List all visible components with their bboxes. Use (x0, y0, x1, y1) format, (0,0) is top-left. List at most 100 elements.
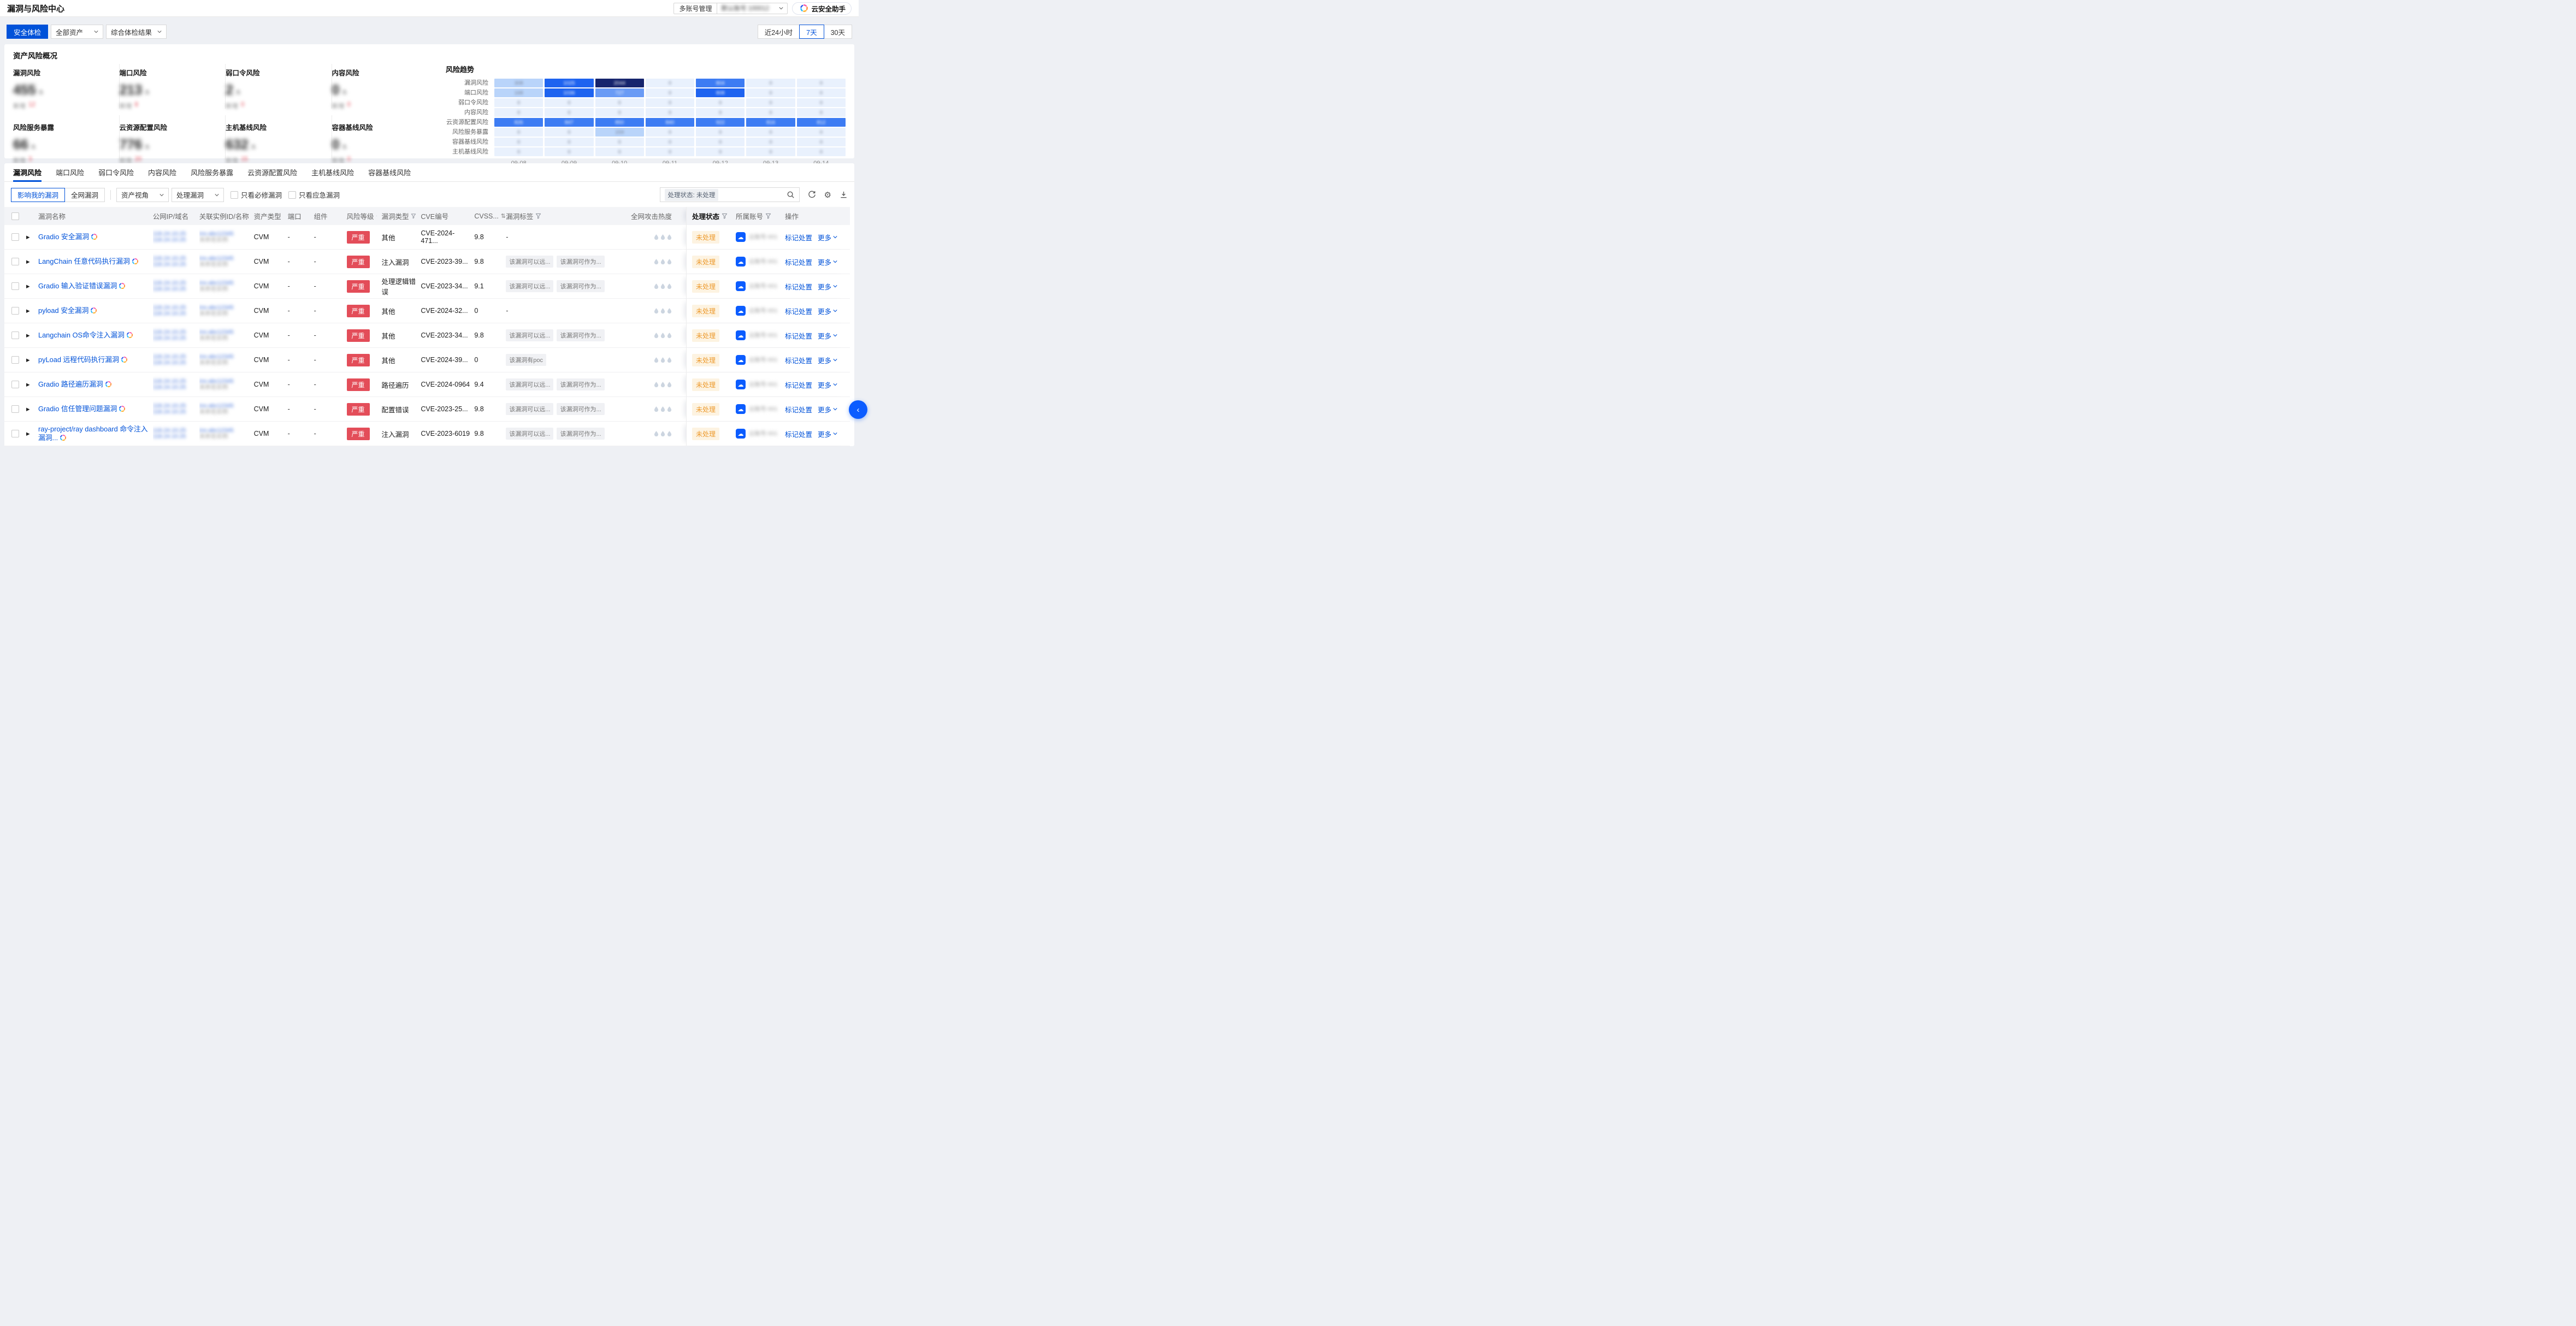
heatmap-cell: 0 (746, 88, 795, 97)
heatmap-row-label: 漏洞风险 (446, 79, 493, 87)
mark-handle-link[interactable]: 标记处置 (785, 232, 812, 242)
expand-row-icon[interactable]: ▶ (26, 234, 30, 240)
checkbox-must-fix[interactable]: 只看必修漏洞 (231, 190, 282, 200)
handle-vuln-select[interactable]: 处理漏洞 (172, 188, 224, 202)
time-range-30d[interactable]: 30天 (824, 25, 852, 39)
expand-row-icon[interactable]: ▶ (26, 283, 30, 289)
select-all-checkbox[interactable] (11, 212, 19, 220)
attack-heat-flame-icon (660, 357, 665, 363)
mark-handle-link[interactable]: 标记处置 (785, 257, 812, 267)
more-actions-link[interactable]: 更多 (818, 355, 837, 365)
download-icon[interactable] (840, 191, 848, 199)
filter-funnel-icon[interactable] (722, 213, 728, 219)
more-actions-link[interactable]: 更多 (818, 330, 837, 341)
mark-handle-link[interactable]: 标记处置 (785, 404, 812, 415)
fixed-columns: 未处理 ☁ 云账号-001 标记处置 更多 (686, 299, 850, 323)
collapse-panel-fab[interactable]: ‹ (849, 400, 867, 419)
vuln-name-link[interactable]: pyLoad 远程代码执行漏洞 (38, 356, 119, 364)
more-actions-link[interactable]: 更多 (818, 232, 837, 242)
filter-funnel-icon[interactable] (411, 213, 416, 219)
checkbox-box[interactable] (288, 191, 296, 199)
vuln-name-link[interactable]: pyload 安全漏洞 (38, 306, 88, 315)
status-badge: 未处理 (692, 354, 719, 366)
tab-0[interactable]: 漏洞风险 (13, 163, 42, 181)
severity-badge: 严重 (347, 231, 370, 244)
row-checkbox[interactable] (11, 405, 19, 413)
tab-2[interactable]: 弱口令风险 (98, 163, 134, 181)
vuln-name-link[interactable]: Gradio 信任管理问题漏洞 (38, 405, 117, 413)
expand-row-icon[interactable]: ▶ (26, 259, 30, 265)
expand-row-icon[interactable]: ▶ (26, 357, 30, 363)
mark-handle-link[interactable]: 标记处置 (785, 355, 812, 365)
tab-7[interactable]: 容器基线风险 (368, 163, 411, 181)
vuln-name-link[interactable]: Gradio 路径遍历漏洞 (38, 380, 103, 388)
vuln-name-link[interactable]: ray-project/ray dashboard 命令注入漏洞... (38, 425, 148, 442)
expand-row-icon[interactable]: ▶ (26, 406, 30, 412)
mark-handle-link[interactable]: 标记处置 (785, 281, 812, 292)
scope-all-vulns-button[interactable]: 全网漏洞 (64, 188, 105, 202)
row-checkbox[interactable] (11, 381, 19, 388)
row-checkbox[interactable] (11, 332, 19, 339)
vuln-name-link[interactable]: Langchain OS命令注入漏洞 (38, 331, 125, 339)
mark-handle-link[interactable]: 标记处置 (785, 330, 812, 341)
heatmap-cell: 812 (797, 118, 846, 127)
multi-account-label: 多账号管理 (674, 3, 717, 14)
checkbox-emergency[interactable]: 只看应急漏洞 (288, 190, 340, 200)
account-select[interactable]: 默认账号 100012 (717, 3, 787, 14)
row-checkbox[interactable] (11, 356, 19, 364)
search-filter-chip[interactable]: 处理状态: 未处理 (665, 189, 719, 201)
filter-funnel-icon[interactable] (535, 213, 541, 219)
tab-4[interactable]: 风险服务暴露 (191, 163, 233, 181)
mark-handle-link[interactable]: 标记处置 (785, 380, 812, 390)
mark-handle-link[interactable]: 标记处置 (785, 429, 812, 439)
more-actions-link[interactable]: 更多 (818, 257, 837, 267)
more-actions-link[interactable]: 更多 (818, 429, 837, 439)
more-actions-link[interactable]: 更多 (818, 380, 837, 390)
row-checkbox[interactable] (11, 233, 19, 241)
security-check-button[interactable]: 安全体检 (7, 25, 48, 39)
attack-heat-cell (621, 274, 686, 298)
row-checkbox[interactable] (11, 258, 19, 265)
filter-funnel-icon[interactable] (765, 213, 771, 219)
expand-row-icon[interactable]: ▶ (26, 382, 30, 388)
tab-1[interactable]: 端口风险 (56, 163, 84, 181)
cloud-security-assistant-button[interactable]: 云安全助手 (792, 2, 852, 15)
more-actions-link[interactable]: 更多 (818, 404, 837, 415)
vuln-name-link[interactable]: Gradio 输入验证错误漏洞 (38, 282, 117, 290)
search-icon[interactable] (787, 191, 795, 199)
overview-title: 资产风险概况 (13, 50, 846, 61)
tab-3[interactable]: 内容风险 (148, 163, 176, 181)
more-actions-link[interactable]: 更多 (818, 281, 837, 292)
row-checkbox[interactable] (11, 307, 19, 315)
tab-6[interactable]: 主机基线风险 (311, 163, 354, 181)
attack-heat-flame-icon (667, 259, 672, 265)
gear-icon[interactable]: ⚙ (824, 190, 831, 200)
row-checkbox[interactable] (11, 430, 19, 437)
more-actions-link[interactable]: 更多 (818, 306, 837, 316)
check-result-select[interactable]: 综合体检结果 (106, 25, 167, 39)
search-input[interactable]: 处理状态: 未处理 (660, 187, 800, 202)
heatmap-cell-value-masked: 0 (669, 149, 671, 155)
mark-handle-link[interactable]: 标记处置 (785, 306, 812, 316)
expand-row-icon[interactable]: ▶ (26, 431, 30, 437)
stat-card-5: 云资源配置风险 776 条 新增 20 (120, 115, 226, 160)
vuln-name-link[interactable]: LangChain 任意代码执行漏洞 (38, 257, 130, 265)
chevron-left-icon: ‹ (857, 405, 860, 415)
page-body: 安全体检 全部资产 综合体检结果 近24小时 7天 30天 资产风险概况 漏洞风… (0, 25, 859, 446)
vuln-name-link[interactable]: Gradio 安全漏洞 (38, 233, 89, 241)
heatmap-cell-value-masked: 168 (515, 90, 523, 96)
time-range-24h[interactable]: 近24小时 (758, 25, 800, 39)
asset-scope-select[interactable]: 全部资产 (51, 25, 103, 39)
scope-my-vulns-button[interactable]: 影响我的漏洞 (11, 188, 65, 202)
row-checkbox[interactable] (11, 282, 19, 290)
status-cell: 未处理 (687, 323, 736, 347)
checkbox-box[interactable] (231, 191, 238, 199)
refresh-icon[interactable] (808, 191, 816, 199)
expand-row-icon[interactable]: ▶ (26, 308, 30, 314)
sort-icon[interactable]: ⇅ (501, 212, 506, 220)
tab-5[interactable]: 云资源配置风险 (247, 163, 297, 181)
filter-funnel-icon[interactable] (376, 213, 377, 219)
expand-row-icon[interactable]: ▶ (26, 333, 30, 339)
time-range-7d[interactable]: 7天 (799, 25, 824, 39)
asset-view-select[interactable]: 资产视角 (116, 188, 169, 202)
